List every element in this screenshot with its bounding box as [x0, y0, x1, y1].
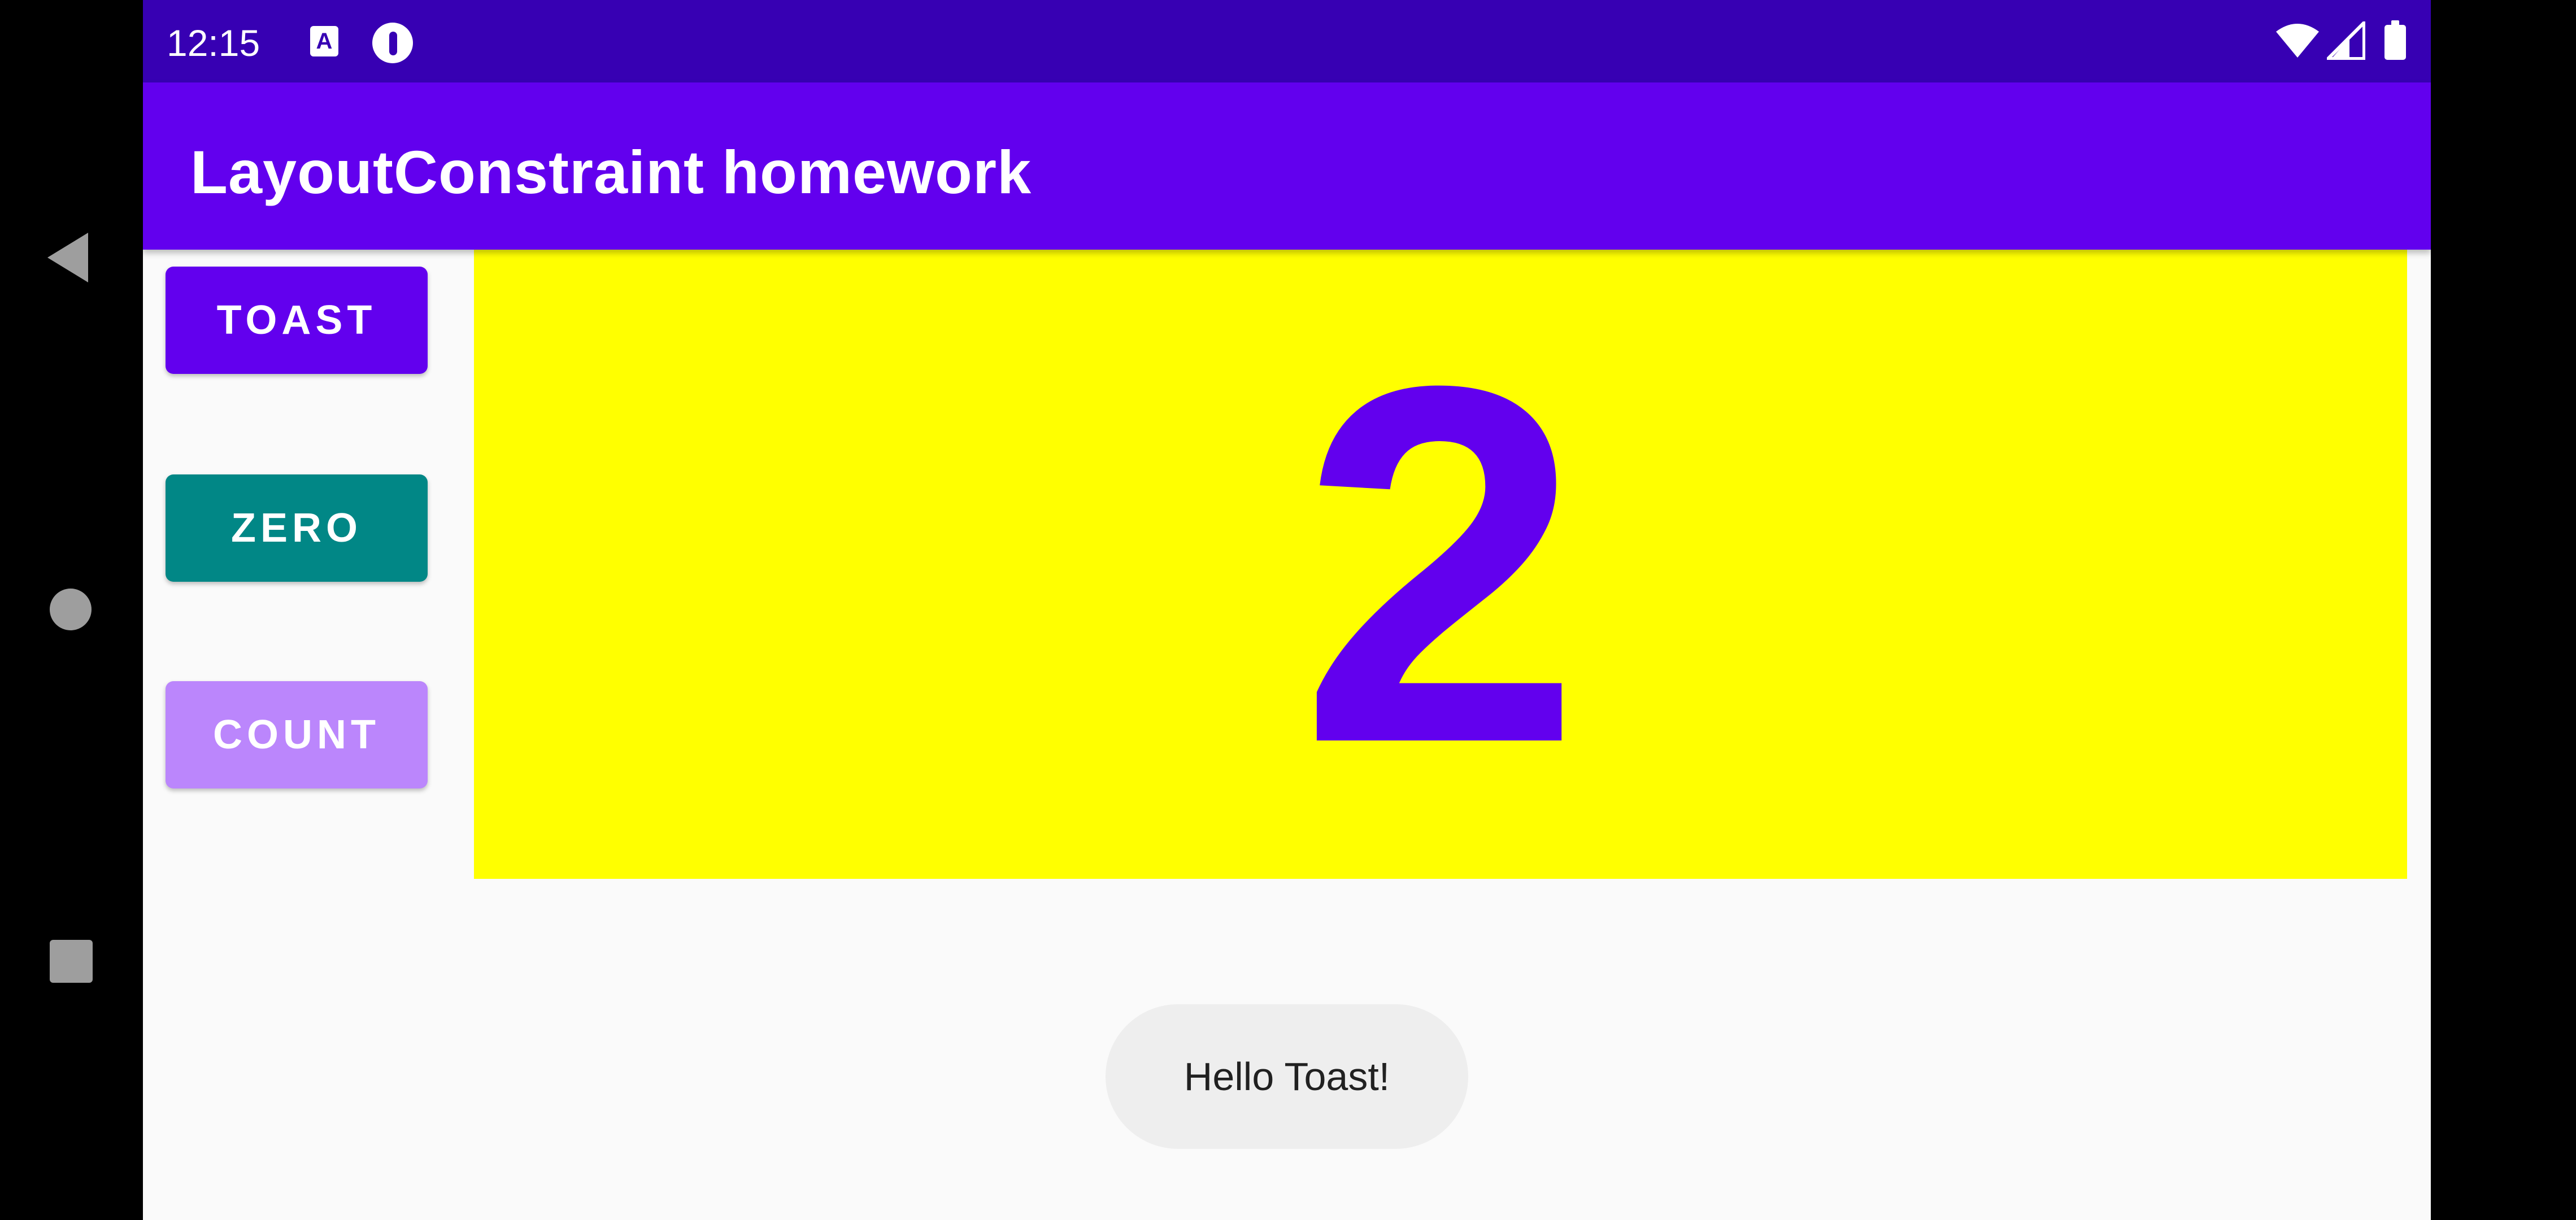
count-button[interactable]: COUNT: [166, 681, 428, 788]
back-icon[interactable]: [47, 233, 88, 282]
signal-icon: [2327, 21, 2365, 60]
count-display: 2: [474, 250, 2407, 879]
toast-button[interactable]: TOAST: [166, 267, 428, 374]
battery-icon: [2384, 20, 2406, 60]
status-bar: 12:15 A: [143, 0, 2431, 82]
count-value: 2: [1299, 280, 1582, 848]
system-nav-bar: [0, 0, 142, 1220]
wifi-icon: [2276, 24, 2319, 58]
translate-a-icon: A: [310, 26, 338, 56]
device-frame: 12:15 A LayoutConstraint homework TOAST …: [0, 0, 2576, 1220]
app-screen: 12:15 A LayoutConstraint homework TOAST …: [143, 0, 2431, 1220]
home-icon[interactable]: [50, 589, 92, 630]
app-title: LayoutConstraint homework: [190, 138, 1032, 206]
app-bar: LayoutConstraint homework: [143, 82, 2431, 250]
status-time: 12:15: [167, 22, 260, 64]
toast-message: Hello Toast!: [1106, 1004, 1468, 1149]
recents-icon[interactable]: [50, 940, 93, 983]
zero-button[interactable]: ZERO: [166, 474, 428, 582]
media-app-icon: [372, 23, 413, 63]
